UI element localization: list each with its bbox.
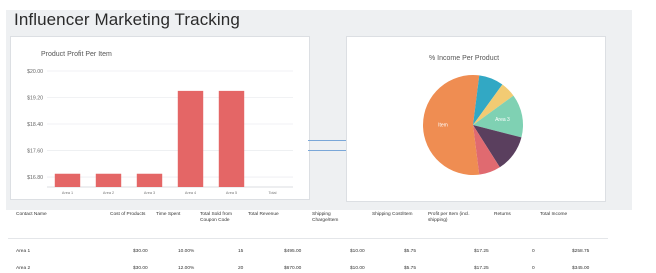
table-cell: $670.00 <box>284 266 302 271</box>
pie-chart: Item Area 3 <box>423 75 523 175</box>
bar-ytick-label: $17.60 <box>27 149 43 155</box>
table-cell: $5.75 <box>404 266 417 271</box>
table-header-cell: Shipping Charge/Item <box>312 212 339 223</box>
table-cell: 0 <box>532 249 535 254</box>
table-header-cell: Total Income <box>540 212 568 217</box>
table-cell: 10.00% <box>178 249 195 254</box>
table-header-cell: Total Sold from Coupon Code <box>200 212 232 223</box>
table-cell: $17.25 <box>474 266 489 271</box>
bar-xtick-label: Total <box>268 191 276 195</box>
data-table: Contact Name Cost of Products Time Spent To… <box>0 208 656 273</box>
table-cell: Area 2 <box>16 266 31 271</box>
bar <box>54 173 81 187</box>
table-header-cell: Time Spent <box>156 212 181 217</box>
bar-ytick-label: $19.20 <box>27 96 43 102</box>
bar-chart: $20.00 $19.20 $18.40 $17.60 $16.80 Area 1 Area… <box>27 69 293 195</box>
bar-xtick-label: Area 5 <box>226 191 237 195</box>
connector-lines <box>308 140 346 154</box>
bar-xtick-label: Area 4 <box>185 191 196 195</box>
table-cell: $495.00 <box>284 249 302 254</box>
bar <box>218 90 245 187</box>
table-cell: $30.00 <box>133 249 148 254</box>
table-divider <box>8 238 608 239</box>
bar <box>136 173 163 187</box>
bar-ytick-label: $18.40 <box>27 122 43 128</box>
table-cell: $30.00 <box>133 266 148 271</box>
bar-chart-card: Product Profit Per Item $20.00 $19.20 $18.… <box>10 36 310 200</box>
table-cell: 15 <box>238 249 244 254</box>
bar-ytick-label: $16.80 <box>27 175 43 181</box>
page-title: Influencer Marketing Tracking <box>14 10 240 29</box>
table-cell: $10.00 <box>350 266 365 271</box>
table-header-cell: Total Revenue <box>248 212 279 217</box>
bar <box>177 90 204 187</box>
table-cell: 12.00% <box>178 266 195 271</box>
bar-xtick-label: Area 3 <box>144 191 155 195</box>
table-cell: $10.00 <box>350 249 365 254</box>
pie-slice-label: Item <box>438 123 448 129</box>
table-header-cell: Returns <box>494 212 511 217</box>
table-cell: $5.75 <box>404 249 417 254</box>
bar-xtick-label: Area 2 <box>103 191 114 195</box>
table-cell: $17.25 <box>474 249 489 254</box>
pie-chart-card: % Income Per Product Item Area 3 <box>346 36 606 202</box>
bar-ytick-label: $20.00 <box>27 69 43 75</box>
table-header-cell: Contact Name <box>16 212 47 217</box>
table-cell: $258.75 <box>572 249 590 254</box>
pie-slice-label: Area 3 <box>495 117 510 123</box>
table-cell: 20 <box>238 266 244 271</box>
bar-xtick-label: Area 1 <box>62 191 73 195</box>
table-cell: $345.00 <box>572 266 590 271</box>
table-cell: Area 1 <box>16 249 31 254</box>
table-header-cell: Profit per Item (incl. shipping) <box>428 212 470 223</box>
pie-slice <box>423 75 480 175</box>
table-cell: 0 <box>532 266 535 271</box>
table-header-cell: Cost of Products <box>110 212 146 217</box>
table-header-cell: Shipping Cost/Item <box>372 212 413 217</box>
bar <box>95 173 122 187</box>
